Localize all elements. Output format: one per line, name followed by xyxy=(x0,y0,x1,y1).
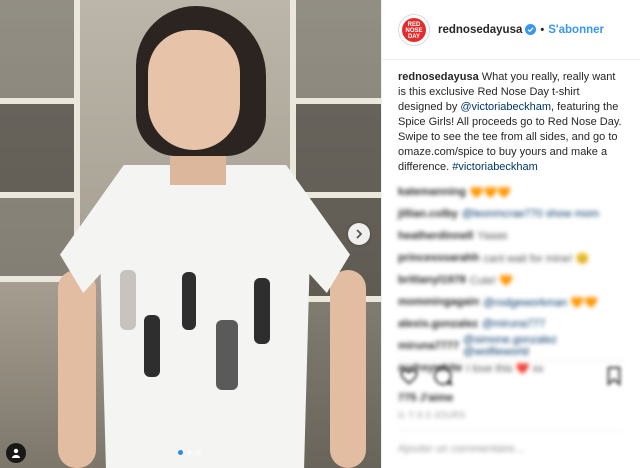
post-caption: rednosedayusa What you really, really wa… xyxy=(382,60,640,175)
verified-badge-icon xyxy=(525,24,537,35)
comment-username[interactable]: katemanning xyxy=(398,186,466,198)
comment: miruna7777 @simone.gonzalez @wolfieworld xyxy=(398,334,624,358)
post-details-panel: RED NOSE DAY rednosedayusa • S'abonner r… xyxy=(381,0,640,468)
post-timestamp: IL Y A 3 JOURS xyxy=(398,410,466,420)
comment-username[interactable]: heatherdinnell xyxy=(398,230,473,242)
caption-mention[interactable]: @victoriabeckham xyxy=(460,101,551,113)
comment: heatherdinnell Yaaas xyxy=(398,225,624,247)
comment-username[interactable]: jillian.colby xyxy=(398,208,458,220)
comment-text: cant wait for mine! 😊 xyxy=(483,252,590,265)
avatar[interactable]: RED NOSE DAY xyxy=(398,13,430,46)
red-nose-day-logo: RED NOSE DAY xyxy=(402,17,426,42)
comment: jillian.colby @leonmcrae770 show mom xyxy=(398,203,624,225)
comment: katemanning 🧡🧡🧡 xyxy=(398,181,624,203)
woman-in-tshirt xyxy=(40,0,366,468)
comment-username[interactable]: mommingagain xyxy=(398,296,479,308)
comment-username[interactable]: alexis.gonzalez xyxy=(398,318,478,330)
comment-username[interactable]: miruna7777 xyxy=(398,340,459,352)
comment-text: @miruna777 xyxy=(482,318,546,330)
post-actions xyxy=(398,360,625,390)
comment-text: @leonmcrae770 show mom xyxy=(461,208,600,220)
next-arrow-icon[interactable] xyxy=(348,223,370,245)
comment: brittanyl1978 Cute! 🧡 xyxy=(398,269,624,291)
username[interactable]: rednosedayusa xyxy=(438,24,522,36)
bookmark-icon[interactable] xyxy=(603,365,625,387)
heart-icon[interactable] xyxy=(398,365,420,387)
spice-girls-tshirt xyxy=(60,165,350,468)
caption-hashtag[interactable]: #victoriabeckham xyxy=(452,161,538,173)
likes-count[interactable]: 775 J'aime xyxy=(398,392,453,404)
comment: mommingagain @rodgeworkman 🧡🧡 xyxy=(398,291,624,313)
comment-username[interactable]: princesssarahh xyxy=(398,252,479,264)
comment-text: 🧡🧡🧡 xyxy=(469,186,511,199)
comment-text: Cute! 🧡 xyxy=(469,274,513,287)
separator: • xyxy=(540,23,545,36)
comment-text: Yaaas xyxy=(477,230,508,242)
comment: princesssarahh cant wait for mine! 😊 xyxy=(398,247,624,269)
post-photo[interactable] xyxy=(0,0,381,468)
comment-text: @simone.gonzalez @wolfieworld xyxy=(463,334,557,358)
add-comment-input[interactable]: Ajouter un commentaire... xyxy=(398,430,625,466)
comment-icon[interactable] xyxy=(432,365,454,387)
comment-text: @rodgeworkman 🧡🧡 xyxy=(483,296,598,309)
tag-people-icon[interactable] xyxy=(6,443,26,463)
comment-list: katemanning 🧡🧡🧡 jillian.colby @leonmcrae… xyxy=(382,175,640,379)
follow-button[interactable]: S'abonner xyxy=(548,24,604,36)
post-header: RED NOSE DAY rednosedayusa • S'abonner xyxy=(382,0,640,60)
carousel-indicator xyxy=(178,450,201,455)
comment-username[interactable]: brittanyl1978 xyxy=(398,274,466,286)
comment: alexis.gonzalez @miruna777 xyxy=(398,313,624,335)
caption-username[interactable]: rednosedayusa xyxy=(398,71,479,83)
